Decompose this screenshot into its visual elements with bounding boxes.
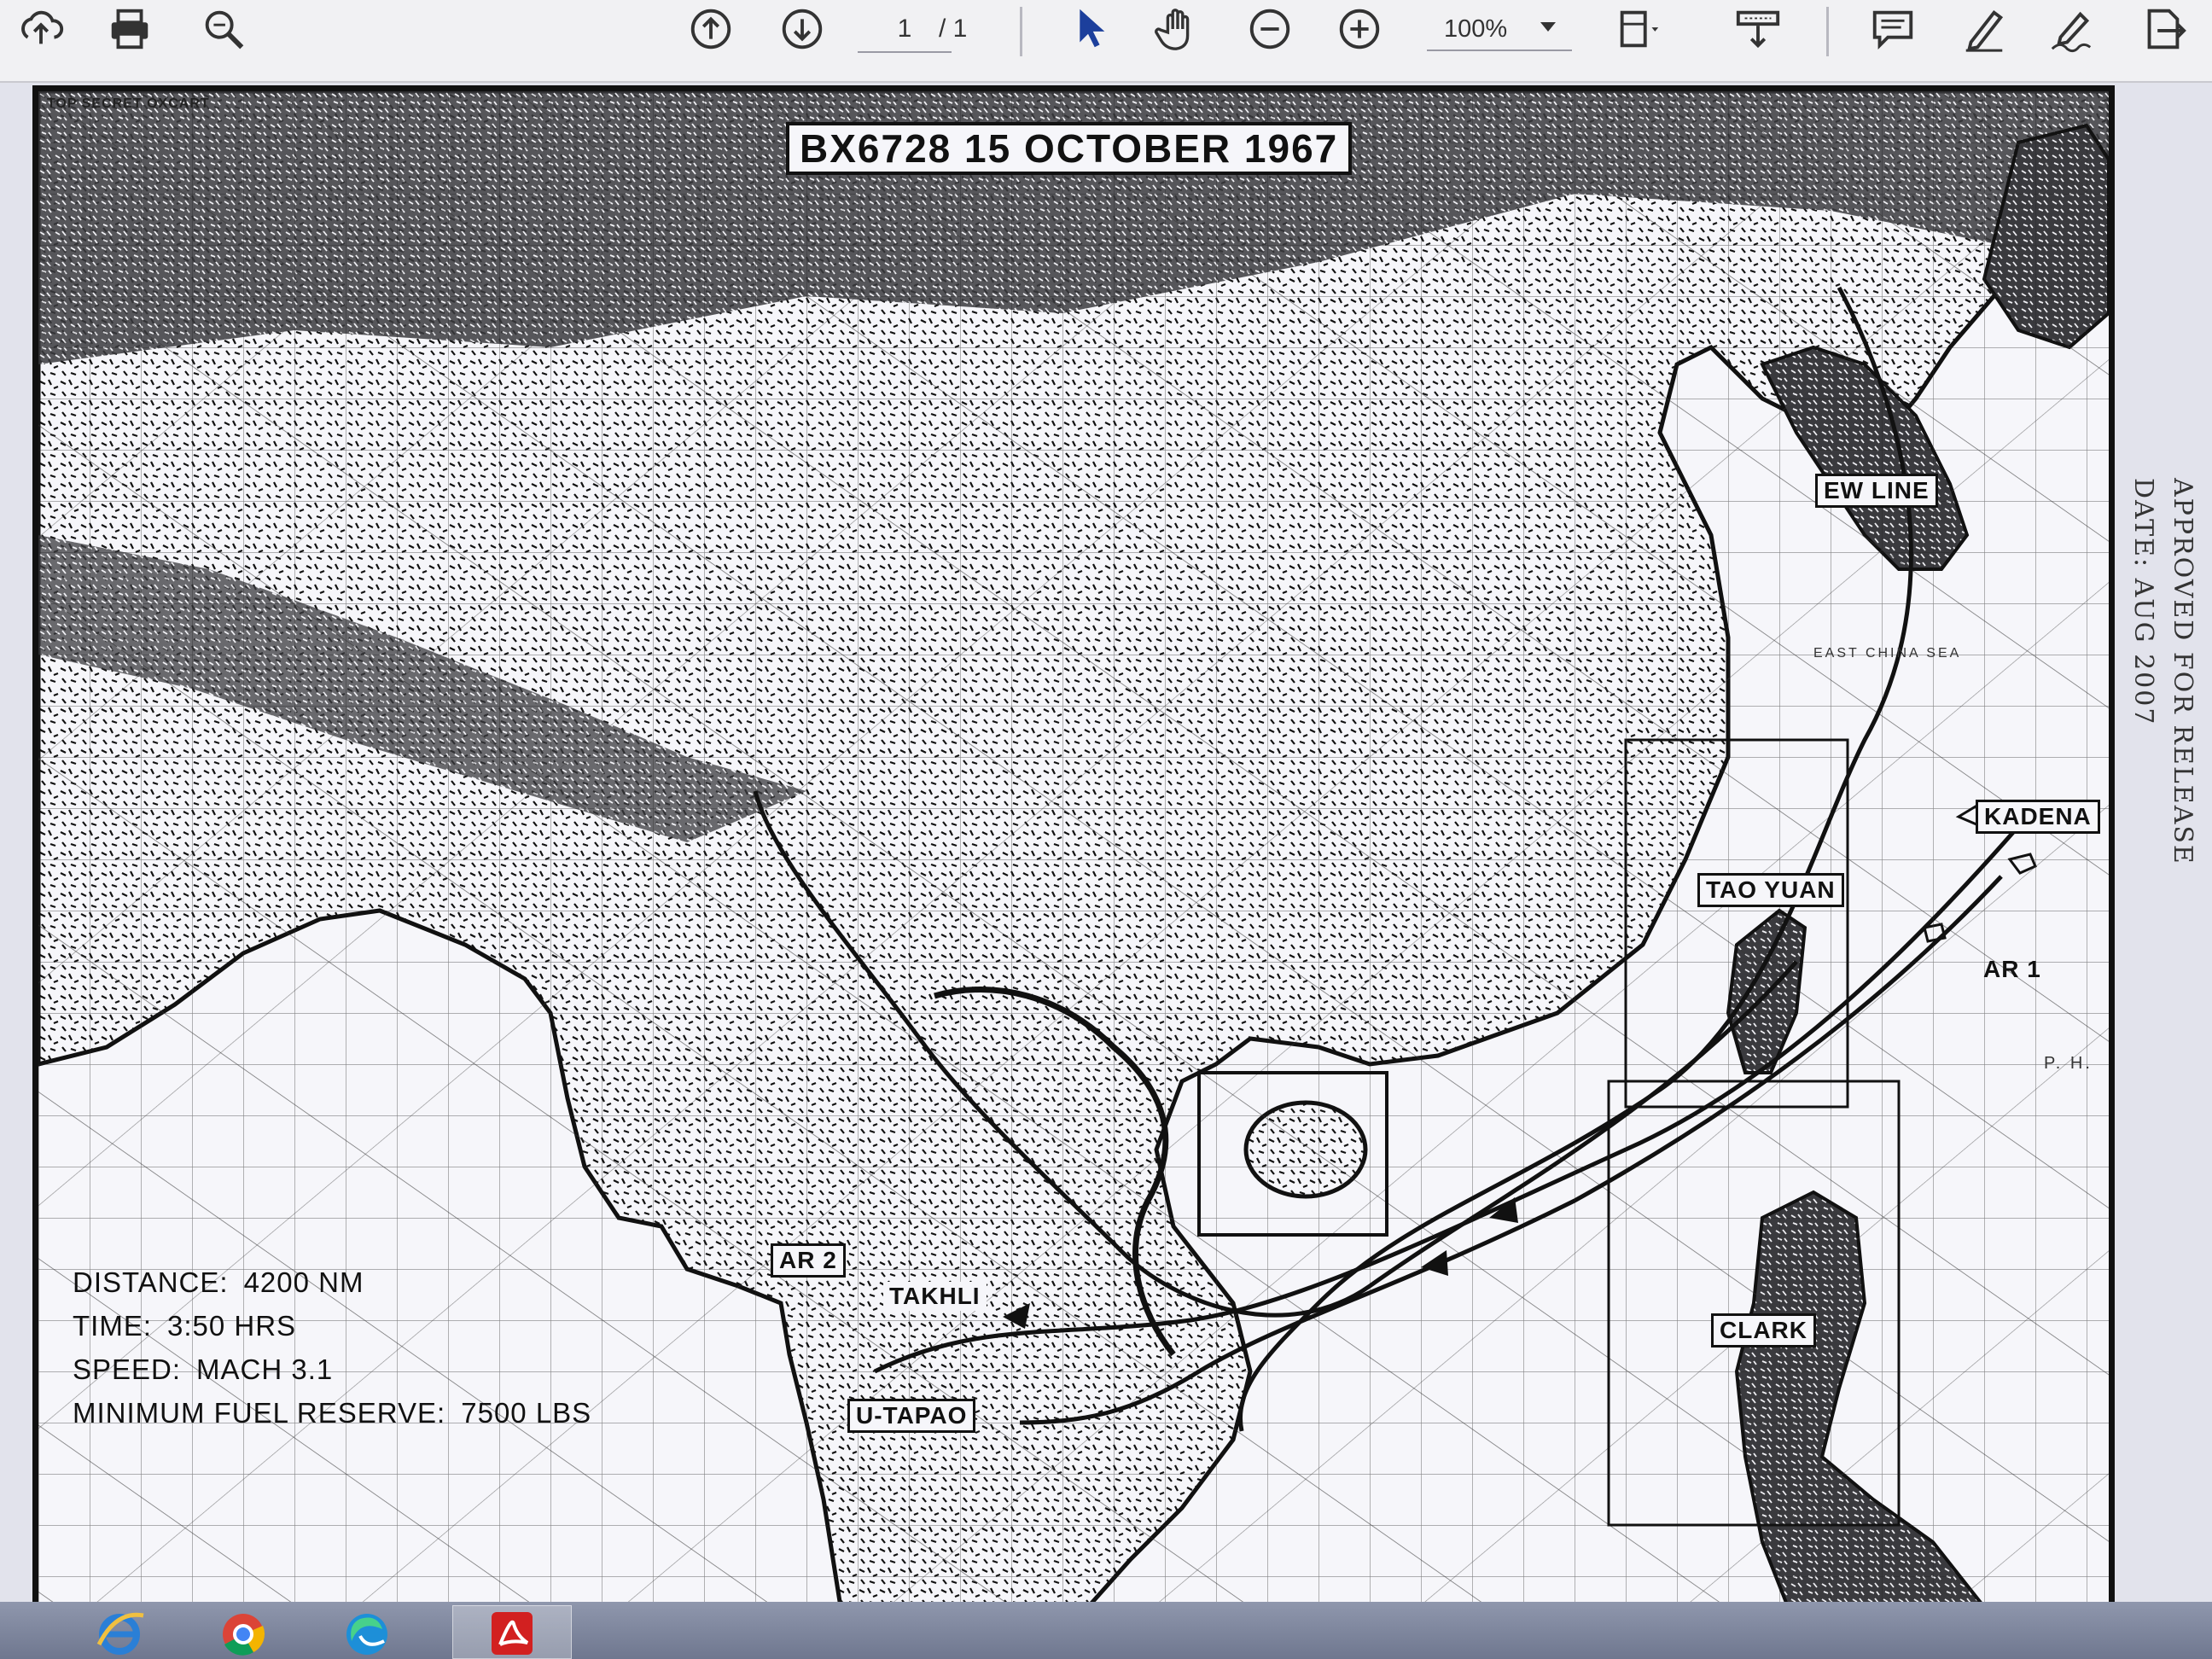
label-ar2: AR 2: [771, 1243, 846, 1278]
highlight-pen-icon[interactable]: [1950, 0, 2018, 58]
fit-page-icon[interactable]: [1604, 0, 1673, 58]
page-number-input[interactable]: 1: [858, 7, 952, 53]
internet-explorer-icon[interactable]: [61, 1605, 181, 1659]
page-total-label: / 1: [939, 15, 968, 43]
chevron-down-icon[interactable]: [1540, 22, 1556, 32]
chrome-icon[interactable]: [183, 1605, 303, 1659]
page-up-icon[interactable]: [677, 0, 745, 58]
classification-header: TOP SECRET OXCART: [47, 96, 210, 111]
zoom-in-icon[interactable]: [1325, 0, 1394, 58]
stamp-line-date: DATE: AUG 2007: [2128, 478, 2158, 726]
zoom-out-icon[interactable]: [1236, 0, 1304, 58]
stat-fuel-reserve: MINIMUM FUEL RESERVE: 7500 LBS: [73, 1397, 592, 1429]
toolbar-divider: [1020, 7, 1022, 56]
export-icon[interactable]: [2128, 0, 2197, 58]
label-clark: CLARK: [1711, 1313, 1816, 1348]
label-kadena: KADENA: [1976, 800, 2100, 834]
pdf-toolbar: 1 / 1 100%: [0, 0, 2212, 83]
label-east-china-sea: EAST CHINA SEA: [1813, 646, 1962, 661]
comment-icon[interactable]: [1859, 0, 1927, 58]
release-stamp: APPROVED FOR RELEASE DATE: AUG 2007: [2123, 478, 2202, 865]
hand-tool-icon[interactable]: [1144, 0, 1212, 58]
upload-icon[interactable]: [7, 0, 75, 58]
acrobat-reader-icon[interactable]: [452, 1605, 572, 1659]
flight-stats: DISTANCE: 4200 NM TIME: 3:50 HRS SPEED: MAC…: [73, 1260, 591, 1435]
select-arrow-icon[interactable]: [1054, 0, 1122, 58]
map-title: BX6728 15 OCTOBER 1967: [786, 122, 1353, 175]
label-u-tapao: U-TAPAO: [847, 1399, 976, 1433]
toolbar-divider: [1826, 7, 1829, 56]
page-down-icon[interactable]: [768, 0, 836, 58]
zoom-search-icon[interactable]: [189, 0, 258, 58]
label-ew-line: EW LINE: [1815, 474, 1938, 508]
windows-taskbar: [0, 1602, 2212, 1659]
map-page: TOP SECRET OXCART BX6728 15 OCTOBER 1967…: [32, 85, 2115, 1613]
print-icon[interactable]: [96, 0, 164, 58]
label-ar1: AR 1: [1983, 956, 2041, 982]
stat-distance: DISTANCE: 4200 NM: [73, 1266, 364, 1298]
download-icon[interactable]: [1724, 0, 1792, 58]
stamp-line-approved: APPROVED FOR RELEASE: [2168, 478, 2197, 865]
stat-speed: SPEED: MACH 3.1: [73, 1353, 334, 1385]
label-ph: P. H.: [2044, 1054, 2093, 1073]
label-tao-yuan: TAO YUAN: [1697, 873, 1844, 907]
edge-icon[interactable]: [307, 1605, 427, 1659]
sign-icon[interactable]: [2038, 0, 2106, 58]
stat-time: TIME: 3:50 HRS: [73, 1310, 297, 1342]
label-takhli: TAKHLI: [883, 1282, 987, 1311]
